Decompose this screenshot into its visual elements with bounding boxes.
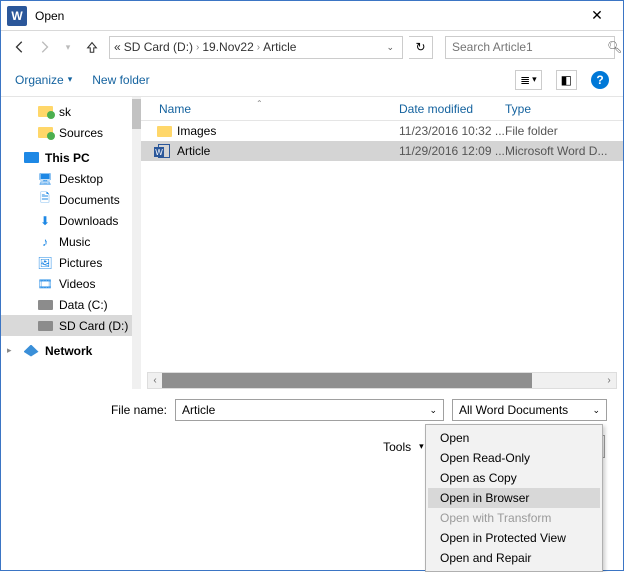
- sort-indicator-icon: ⌃: [256, 99, 263, 108]
- filename-input[interactable]: Article⌄: [175, 399, 444, 421]
- chevron-down-icon[interactable]: ⌄: [429, 405, 437, 416]
- column-date[interactable]: Date modified: [399, 102, 505, 116]
- folder-tree[interactable]: sk Sources This PC 🖥Desktop 🗎Documents ⬇…: [1, 97, 141, 389]
- breadcrumb-seg-0[interactable]: SD Card (D:): [124, 40, 193, 54]
- file-row-article[interactable]: Article 11/29/2016 12:09 ... Microsoft W…: [141, 141, 623, 161]
- column-type[interactable]: Type: [505, 102, 623, 116]
- preview-pane-button[interactable]: ◧: [556, 70, 577, 90]
- breadcrumb-dropdown[interactable]: ⌄: [382, 42, 398, 53]
- tree-item-sdcard-d[interactable]: SD Card (D:): [1, 315, 141, 336]
- close-button[interactable]: ✕: [577, 3, 617, 29]
- horizontal-scrollbar[interactable]: ‹ ›: [147, 372, 617, 389]
- menu-open-transform: Open with Transform: [428, 508, 600, 528]
- filename-label: File name:: [17, 403, 167, 417]
- file-date: 11/29/2016 12:09 ...: [399, 144, 505, 158]
- file-type: File folder: [505, 124, 623, 138]
- search-box[interactable]: 🔍︎: [445, 36, 615, 59]
- scroll-thumb[interactable]: [162, 373, 532, 388]
- file-type: Microsoft Word D...: [505, 144, 623, 158]
- tree-item-thispc[interactable]: This PC: [1, 147, 141, 168]
- menu-open-readonly[interactable]: Open Read-Only: [428, 448, 600, 468]
- view-mode-button[interactable]: ≣▾: [515, 70, 542, 90]
- tree-item-music[interactable]: ♪Music: [1, 231, 141, 252]
- forward-button[interactable]: [33, 36, 55, 58]
- menu-open-repair[interactable]: Open and Repair: [428, 548, 600, 568]
- new-folder-button[interactable]: New folder: [92, 73, 149, 87]
- desktop-icon: 🖥: [37, 172, 53, 186]
- tree-item-documents[interactable]: 🗎Documents: [1, 189, 141, 210]
- list-icon: ≣: [520, 73, 530, 87]
- open-dropdown-menu: Open Open Read-Only Open as Copy Open in…: [425, 424, 603, 572]
- file-list[interactable]: Images 11/23/2016 10:32 ... File folder …: [141, 121, 623, 372]
- menu-open-browser[interactable]: Open in Browser: [428, 488, 600, 508]
- tree-item-downloads[interactable]: ⬇Downloads: [1, 210, 141, 231]
- chevron-icon: ›: [257, 42, 260, 53]
- organize-menu[interactable]: Organize▾: [15, 73, 72, 87]
- pictures-icon: 🖼: [37, 256, 53, 270]
- filetype-filter[interactable]: All Word Documents⌄: [452, 399, 607, 421]
- tree-scrollbar[interactable]: [132, 97, 141, 389]
- breadcrumb-prefix: «: [114, 40, 121, 54]
- search-icon[interactable]: 🔍︎: [607, 40, 622, 54]
- downloads-icon: ⬇: [37, 214, 53, 228]
- breadcrumb-seg-1[interactable]: 19.Nov22: [202, 40, 253, 54]
- file-name: Article: [173, 144, 399, 158]
- documents-icon: 🗎: [37, 193, 53, 207]
- word-doc-icon: [155, 144, 173, 158]
- videos-icon: 🎞: [37, 277, 53, 291]
- file-row-images[interactable]: Images 11/23/2016 10:32 ... File folder: [141, 121, 623, 141]
- search-input[interactable]: [452, 40, 607, 54]
- tree-item-network[interactable]: ▸Network: [1, 340, 141, 361]
- tree-item-sk[interactable]: sk: [1, 101, 141, 122]
- tree-item-data-c[interactable]: Data (C:): [1, 294, 141, 315]
- word-app-icon: W: [7, 6, 27, 26]
- file-date: 11/23/2016 10:32 ...: [399, 124, 505, 138]
- breadcrumb[interactable]: « SD Card (D:) › 19.Nov22 › Article ⌄: [109, 36, 403, 59]
- tree-item-pictures[interactable]: 🖼Pictures: [1, 252, 141, 273]
- menu-open-copy[interactable]: Open as Copy: [428, 468, 600, 488]
- tree-item-videos[interactable]: 🎞Videos: [1, 273, 141, 294]
- scroll-left-icon[interactable]: ‹: [148, 375, 162, 386]
- breadcrumb-seg-2[interactable]: Article: [263, 40, 296, 54]
- expand-icon[interactable]: ▸: [7, 345, 12, 356]
- back-button[interactable]: [9, 36, 31, 58]
- music-icon: ♪: [37, 235, 53, 249]
- chevron-icon: ›: [196, 42, 199, 53]
- column-name[interactable]: ⌃Name: [141, 102, 399, 116]
- window-title: Open: [35, 9, 577, 23]
- column-headers: ⌃Name Date modified Type: [141, 97, 623, 121]
- scroll-right-icon[interactable]: ›: [602, 375, 616, 386]
- chevron-down-icon[interactable]: ⌄: [592, 405, 600, 416]
- file-name: Images: [173, 124, 399, 138]
- tree-item-sources[interactable]: Sources: [1, 122, 141, 143]
- help-button[interactable]: ?: [591, 71, 609, 89]
- recent-button[interactable]: ▾: [57, 36, 79, 58]
- tree-item-desktop[interactable]: 🖥Desktop: [1, 168, 141, 189]
- up-button[interactable]: [81, 36, 103, 58]
- menu-open[interactable]: Open: [428, 428, 600, 448]
- preview-icon: ◧: [561, 73, 572, 87]
- refresh-button[interactable]: ↻: [409, 36, 433, 59]
- tools-menu[interactable]: Tools▾: [383, 440, 424, 454]
- folder-icon: [155, 126, 173, 137]
- menu-open-protected[interactable]: Open in Protected View: [428, 528, 600, 548]
